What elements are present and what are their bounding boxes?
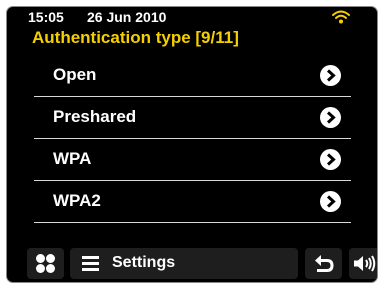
- list-item-preshared[interactable]: Preshared: [34, 97, 351, 139]
- status-date: 26 Jun 2010: [87, 9, 167, 25]
- status-time: 15:05: [28, 9, 64, 25]
- page-title: Authentication type [9/11]: [32, 28, 239, 47]
- bottom-toolbar: Settings: [7, 243, 377, 282]
- list-item-wpa[interactable]: WPA: [34, 139, 351, 181]
- wifi-icon: [332, 10, 350, 24]
- title-bar: Authentication type [9/11]: [7, 27, 377, 53]
- chevron-right-icon: [320, 107, 341, 128]
- back-arrow-icon: [315, 255, 334, 272]
- list-item-label: Open: [53, 65, 97, 84]
- list-item-wpa2[interactable]: WPA2: [34, 181, 351, 223]
- list-item-label: WPA: [53, 149, 92, 168]
- list-item-label: Preshared: [53, 107, 137, 126]
- home-menu-button[interactable]: [27, 248, 64, 279]
- back-button[interactable]: [305, 248, 342, 279]
- hamburger-icon: [82, 256, 99, 271]
- status-bar: 15:05 26 Jun 2010: [7, 7, 377, 27]
- volume-button[interactable]: [349, 248, 377, 279]
- chevron-right-icon: [320, 149, 341, 170]
- speaker-volume-icon: [354, 255, 376, 272]
- device-screen: 15:05 26 Jun 2010 Authentication type [9…: [6, 6, 378, 283]
- chevron-right-icon: [320, 65, 341, 86]
- list-item-label: WPA2: [53, 191, 101, 210]
- four-dots-menu-icon: [36, 254, 55, 273]
- list-item-open[interactable]: Open: [34, 55, 351, 97]
- chevron-right-icon: [320, 191, 341, 212]
- settings-button[interactable]: Settings: [70, 248, 298, 279]
- settings-label: Settings: [112, 254, 176, 271]
